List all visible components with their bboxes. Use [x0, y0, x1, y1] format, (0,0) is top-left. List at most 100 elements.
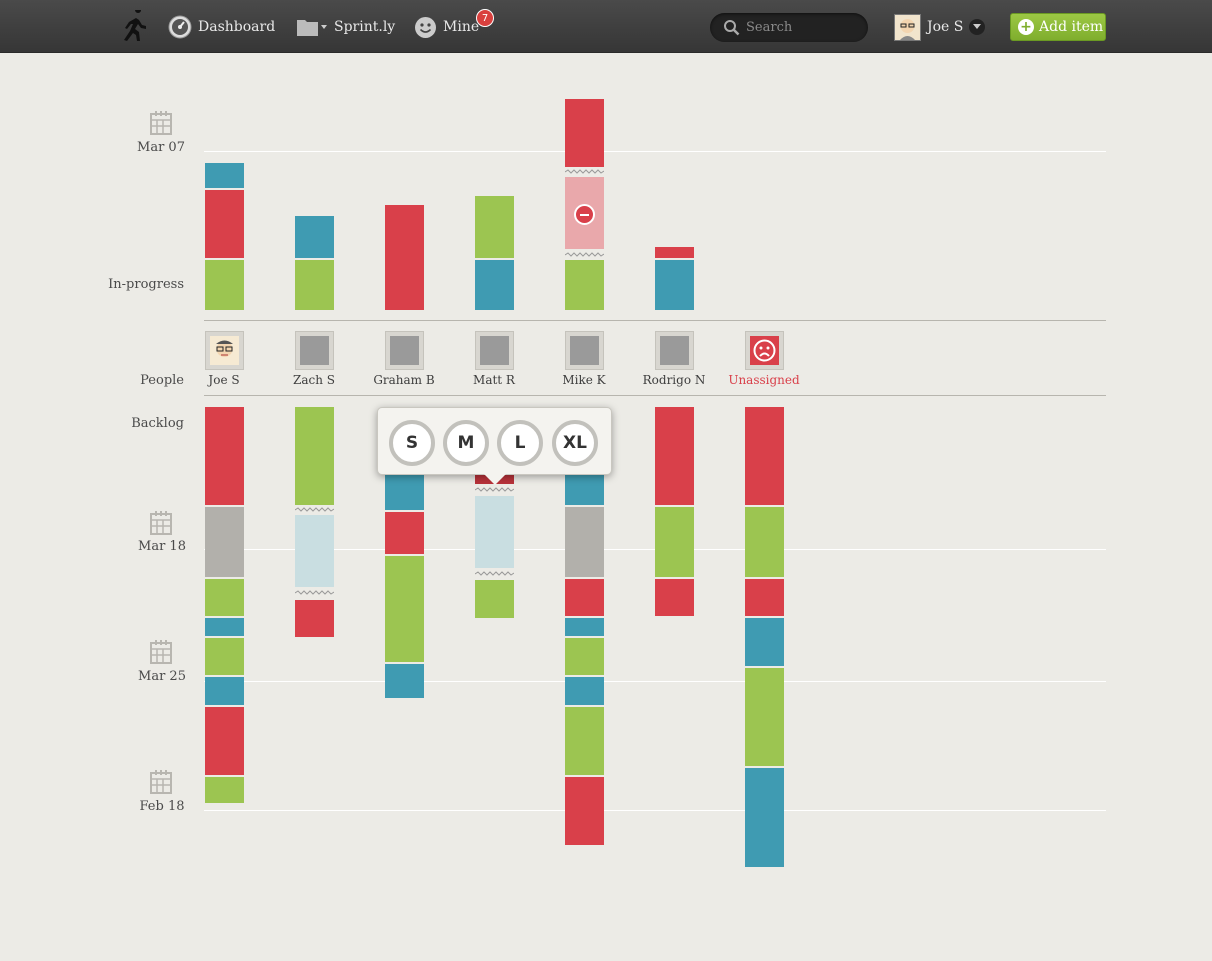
nav-mine[interactable]: Mine 7 [414, 9, 494, 41]
search-input[interactable] [746, 18, 856, 37]
person-name: Mike K [562, 373, 606, 387]
item-block[interactable] [565, 470, 604, 505]
search-box[interactable] [710, 13, 868, 42]
item-block[interactable] [565, 507, 604, 577]
drop-placeholder [475, 496, 514, 568]
item-block[interactable] [475, 260, 514, 310]
drop-zone-edge [295, 590, 334, 595]
item-block[interactable] [745, 507, 784, 577]
item-block[interactable] [565, 99, 604, 167]
person-name: Zach S [293, 373, 335, 387]
item-block[interactable] [565, 638, 604, 675]
drop-zone-edge [295, 507, 334, 512]
item-block[interactable] [565, 707, 604, 775]
item-block[interactable] [205, 190, 244, 258]
item-block[interactable] [565, 618, 604, 636]
item-block[interactable] [205, 507, 244, 577]
nav-project-menu[interactable]: Sprint.ly [296, 13, 395, 41]
smiley-icon [414, 16, 437, 39]
item-block[interactable] [655, 247, 694, 258]
section-divider [204, 320, 1106, 321]
size-s-button[interactable]: S [389, 420, 435, 466]
item-block[interactable] [565, 579, 604, 616]
plus-icon: + [1018, 19, 1034, 35]
person-zach-s[interactable]: Zach S [269, 331, 359, 387]
calendar-icon [150, 770, 172, 794]
item-block[interactable] [745, 768, 784, 812]
size-l-button[interactable]: L [497, 420, 543, 466]
nav-project-label: Sprint.ly [334, 19, 396, 35]
item-block[interactable] [205, 707, 244, 775]
add-item-button[interactable]: + Add item [1010, 13, 1106, 41]
item-block[interactable] [745, 407, 784, 505]
item-block[interactable] [745, 618, 784, 666]
avatar[interactable] [654, 331, 694, 370]
item-block[interactable] [385, 470, 424, 510]
item-block[interactable] [475, 196, 514, 258]
row-label-backlog: Backlog [131, 416, 184, 431]
drop-zone-edge [475, 571, 514, 576]
item-block[interactable] [205, 163, 244, 188]
item-block[interactable] [205, 407, 244, 505]
section-divider [204, 395, 1106, 396]
item-block[interactable] [655, 579, 694, 616]
folder-icon [296, 17, 328, 37]
date-marker-label: Mar 07 [137, 140, 185, 155]
item-block[interactable] [565, 260, 604, 310]
item-block[interactable] [205, 579, 244, 616]
user-menu[interactable]: Joe S [894, 13, 986, 41]
remove-icon[interactable] [574, 204, 595, 225]
item-block[interactable] [475, 580, 514, 618]
item-block[interactable] [655, 507, 694, 577]
sad-face-icon[interactable] [744, 331, 784, 370]
nav-dashboard[interactable]: Dashboard [168, 13, 275, 41]
person-joe-s[interactable]: Joe S [179, 331, 269, 387]
person-unassigned[interactable]: Unassigned [719, 331, 809, 387]
drop-zone-edge [475, 487, 514, 492]
drop-placeholder [295, 515, 334, 587]
person-matt-r[interactable]: Matt R [449, 331, 539, 387]
item-block[interactable] [205, 618, 244, 636]
item-block[interactable] [745, 668, 784, 766]
person-rodrigo-n[interactable]: Rodrigo N [629, 331, 719, 387]
avatar[interactable] [204, 331, 244, 370]
item-block[interactable] [295, 407, 334, 505]
item-block[interactable] [205, 677, 244, 705]
chevron-down-icon[interactable] [969, 19, 986, 35]
size-m-button[interactable]: M [443, 420, 489, 466]
calendar-icon [150, 111, 172, 135]
nav-mine-label: Mine [443, 19, 480, 35]
item-block[interactable] [745, 579, 784, 616]
item-block[interactable] [565, 777, 604, 812]
avatar[interactable] [384, 331, 424, 370]
person-name: Matt R [473, 373, 515, 387]
avatar[interactable] [294, 331, 334, 370]
item-block[interactable] [565, 812, 604, 845]
item-block[interactable] [295, 600, 334, 637]
date-marker-label: Mar 25 [138, 669, 186, 684]
item-block[interactable] [565, 677, 604, 705]
item-block[interactable] [385, 512, 424, 554]
size-xl-button[interactable]: XL [552, 420, 598, 466]
item-block[interactable] [295, 260, 334, 310]
item-block[interactable] [205, 638, 244, 675]
search-icon [723, 19, 740, 40]
item-block[interactable] [385, 556, 424, 662]
item-block[interactable] [205, 260, 244, 310]
person-name: Graham B [373, 373, 435, 387]
item-block[interactable] [205, 777, 244, 803]
item-block[interactable] [385, 664, 424, 698]
person-name: Joe S [208, 373, 240, 387]
person-mike-k[interactable]: Mike K [539, 331, 629, 387]
user-name: Joe S [927, 19, 964, 35]
item-block[interactable] [385, 205, 424, 310]
item-block[interactable] [655, 260, 694, 310]
avatar[interactable] [564, 331, 604, 370]
item-block[interactable] [745, 812, 784, 867]
person-graham-b[interactable]: Graham B [359, 331, 449, 387]
item-block[interactable] [295, 216, 334, 258]
runner-logo-icon[interactable] [116, 10, 150, 44]
avatar[interactable] [474, 331, 514, 370]
date-line [204, 151, 1106, 152]
item-block[interactable] [655, 407, 694, 505]
